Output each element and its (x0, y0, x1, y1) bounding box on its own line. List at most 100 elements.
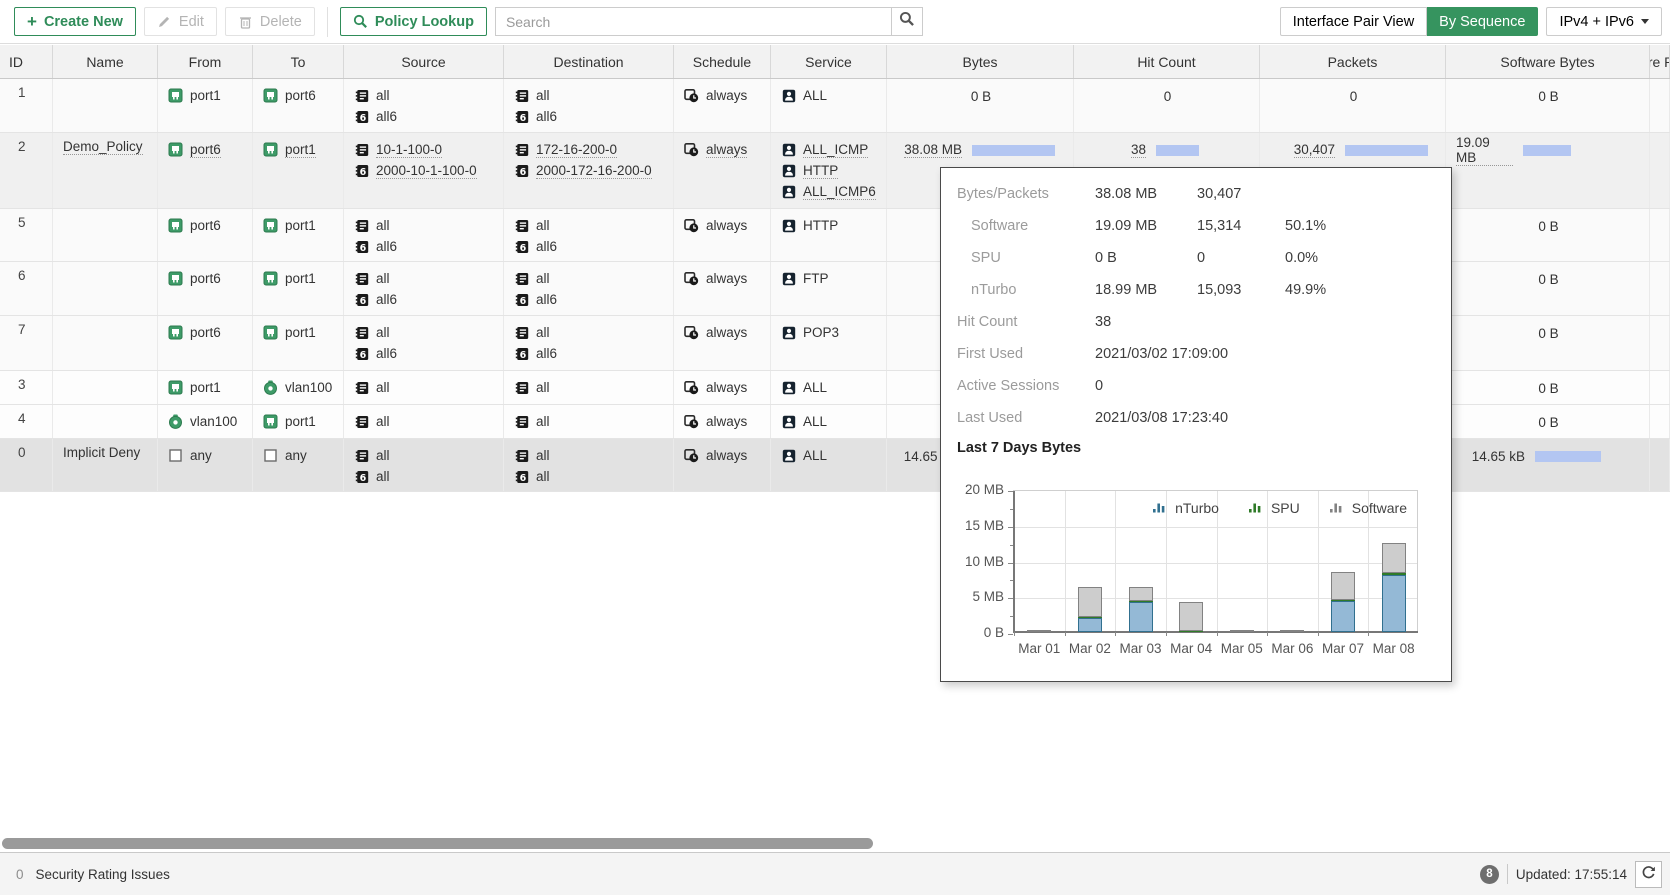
legend-label: Software (1352, 500, 1407, 516)
object-label[interactable]: vlan100 (190, 414, 237, 429)
object-label[interactable]: ALL (803, 448, 827, 463)
object-label[interactable]: all (536, 88, 550, 103)
object-label[interactable]: always (706, 142, 747, 158)
object-label[interactable]: 2000-172-16-200-0 (536, 163, 652, 179)
addr6-icon: 6 (514, 240, 529, 254)
create-new-button[interactable]: +Create New (14, 7, 136, 36)
object-label[interactable]: all (376, 325, 390, 340)
object-label[interactable]: all6 (536, 109, 557, 124)
horizontal-scrollbar-thumb[interactable] (2, 838, 873, 849)
object-label[interactable]: port1 (190, 88, 221, 103)
object-label[interactable]: all6 (376, 109, 397, 124)
object-label[interactable]: all (376, 448, 390, 463)
object-label[interactable]: port1 (285, 325, 316, 340)
object-label[interactable]: POP3 (803, 325, 839, 340)
object-label[interactable]: vlan100 (285, 380, 332, 395)
object-label[interactable]: ALL (803, 414, 827, 429)
column-header-source[interactable]: Source (344, 45, 504, 78)
object-label[interactable]: all (376, 380, 390, 395)
object-label[interactable]: port1 (285, 218, 316, 233)
object-label[interactable]: any (285, 448, 307, 463)
column-header-software-bytes[interactable]: Software Bytes (1446, 45, 1650, 78)
object-label[interactable]: all6 (536, 346, 557, 361)
object-label[interactable]: HTTP (803, 218, 838, 233)
metric-value: 38 (1131, 142, 1146, 158)
object-label[interactable]: ALL_ICMP6 (803, 184, 876, 200)
object-label[interactable]: always (706, 448, 747, 463)
column-header-schedule[interactable]: Schedule (674, 45, 771, 78)
security-rating-label[interactable]: Security Rating Issues (36, 867, 170, 882)
policy-name[interactable]: Implicit Deny (63, 445, 140, 460)
column-header-bytes[interactable]: Bytes (887, 45, 1074, 78)
column-header-destination[interactable]: Destination (504, 45, 674, 78)
metric-value-group: 0 B (1456, 268, 1641, 290)
object-entry: 6 all6 (514, 106, 665, 127)
object-label[interactable]: always (706, 380, 747, 395)
addr6-icon: 6 (514, 110, 529, 124)
delete-button[interactable]: Delete (225, 7, 315, 36)
object-label[interactable]: all (536, 414, 550, 429)
policy-stats-tooltip: Bytes/Packets38.08 MB30,407Software19.09… (940, 167, 1452, 682)
edit-button[interactable]: Edit (144, 7, 217, 36)
object-label[interactable]: all (536, 380, 550, 395)
object-label[interactable]: HTTP (803, 163, 838, 179)
refresh-button[interactable] (1635, 861, 1662, 888)
column-header-id[interactable]: ID (0, 45, 53, 78)
object-label[interactable]: port1 (285, 414, 316, 429)
object-label[interactable]: port1 (285, 142, 316, 158)
policy-name[interactable]: Demo_Policy (63, 139, 143, 155)
object-label[interactable]: ALL_ICMP (803, 142, 868, 158)
object-label[interactable]: 2000-10-1-100-0 (376, 163, 477, 179)
object-label[interactable]: FTP (803, 271, 829, 286)
object-label[interactable]: all (376, 414, 390, 429)
object-label[interactable]: always (706, 325, 747, 340)
column-header-packets[interactable]: Packets (1260, 45, 1446, 78)
object-label[interactable]: port6 (190, 271, 221, 286)
object-label[interactable]: port6 (190, 218, 221, 233)
object-label[interactable]: all (376, 218, 390, 233)
policy-lookup-button[interactable]: Policy Lookup (340, 7, 487, 36)
object-label[interactable]: all (536, 218, 550, 233)
object-label[interactable]: port6 (285, 88, 316, 103)
column-header-software-packets[interactable]: Software Packets (1650, 45, 1670, 78)
policy-row[interactable]: 1port1port6all6all6all6all6alwaysALL0 B0… (0, 79, 1670, 133)
object-label[interactable]: all6 (536, 292, 557, 307)
object-label[interactable]: all (376, 469, 390, 484)
object-label[interactable]: any (190, 448, 212, 463)
object-label[interactable]: all (536, 271, 550, 286)
column-header-name[interactable]: Name (53, 45, 158, 78)
object-label[interactable]: always (706, 414, 747, 429)
column-header-to[interactable]: To (253, 45, 344, 78)
service-icon (781, 449, 796, 463)
object-label[interactable]: 10-1-100-0 (376, 142, 442, 158)
object-label[interactable]: all (536, 448, 550, 463)
by-sequence-button[interactable]: By Sequence (1427, 7, 1538, 36)
object-label[interactable]: all (376, 88, 390, 103)
object-label[interactable]: 172-16-200-0 (536, 142, 617, 158)
column-header-hit-count[interactable]: Hit Count (1074, 45, 1260, 78)
interface-pair-view-button[interactable]: Interface Pair View (1280, 7, 1427, 36)
cell-hit-count: 0 (1074, 79, 1260, 132)
column-header-from[interactable]: From (158, 45, 253, 78)
object-label[interactable]: ALL (803, 88, 827, 103)
ip-version-dropdown[interactable]: IPv4 + IPv6 (1546, 7, 1662, 36)
object-label[interactable]: all6 (536, 239, 557, 254)
object-label[interactable]: port6 (190, 325, 221, 340)
object-label[interactable]: always (706, 218, 747, 233)
object-label[interactable]: port1 (285, 271, 316, 286)
object-label[interactable]: all (536, 469, 550, 484)
object-label[interactable]: all6 (376, 239, 397, 254)
column-header-service[interactable]: Service (771, 45, 887, 78)
object-label[interactable]: all (376, 271, 390, 286)
object-label[interactable]: ALL (803, 380, 827, 395)
search-input[interactable] (495, 7, 892, 36)
search-submit-button[interactable] (892, 7, 923, 36)
object-label[interactable]: all6 (376, 346, 397, 361)
object-label[interactable]: always (706, 271, 747, 286)
object-label[interactable]: all (536, 325, 550, 340)
object-label[interactable]: all6 (376, 292, 397, 307)
object-label[interactable]: always (706, 88, 747, 103)
horizontal-scrollbar-track[interactable] (0, 835, 1670, 852)
object-label[interactable]: port6 (190, 142, 221, 158)
object-label[interactable]: port1 (190, 380, 221, 395)
